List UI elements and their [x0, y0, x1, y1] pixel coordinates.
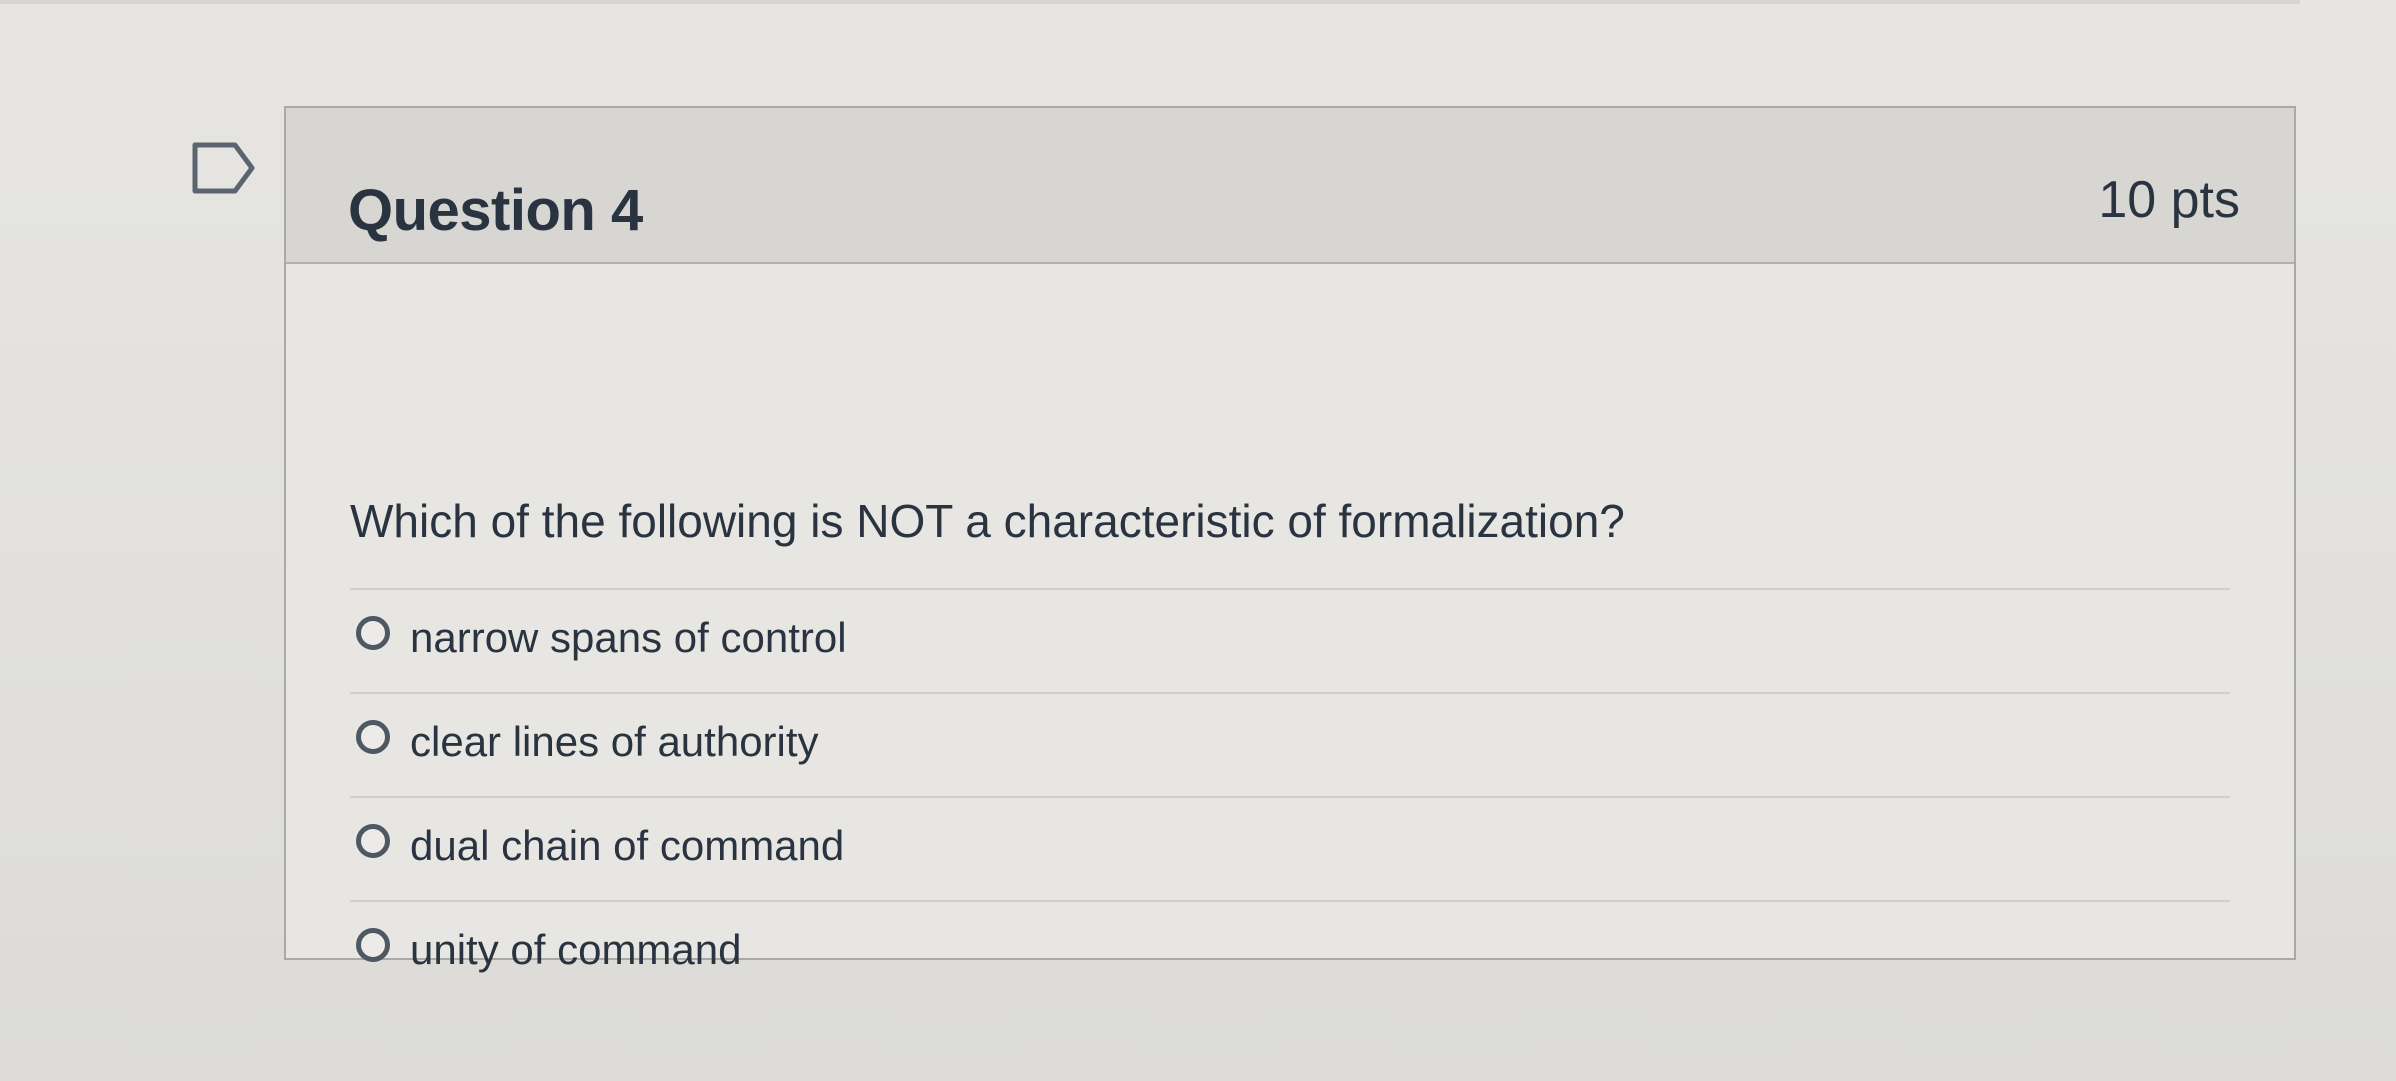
question-card: Question 4 10 pts Which of the following… — [284, 106, 2296, 973]
radio-button[interactable] — [356, 616, 390, 650]
question-body: Which of the following is NOT a characte… — [286, 264, 2294, 973]
question-header: Question 4 10 pts — [286, 108, 2294, 264]
answer-option[interactable]: dual chain of command — [350, 796, 2230, 900]
answer-list: narrow spans of control clear lines of a… — [350, 588, 2230, 1004]
question-text: Which of the following is NOT a characte… — [350, 495, 1625, 547]
answer-label[interactable]: unity of command — [410, 926, 742, 974]
radio-button[interactable] — [356, 928, 390, 962]
question-title: Question 4 — [348, 177, 643, 243]
answer-label[interactable]: narrow spans of control — [410, 614, 847, 662]
bookmark-flag-icon[interactable] — [190, 140, 258, 196]
radio-button[interactable] — [356, 824, 390, 858]
radio-button[interactable] — [356, 720, 390, 754]
answer-label[interactable]: clear lines of authority — [410, 718, 819, 766]
page-top-rule — [0, 0, 2300, 4]
answer-option[interactable]: clear lines of authority — [350, 692, 2230, 796]
answer-label[interactable]: dual chain of command — [410, 822, 844, 870]
answer-option[interactable]: unity of command — [350, 900, 2230, 1004]
answer-option[interactable]: narrow spans of control — [350, 588, 2230, 692]
question-points: 10 pts — [2098, 171, 2240, 229]
